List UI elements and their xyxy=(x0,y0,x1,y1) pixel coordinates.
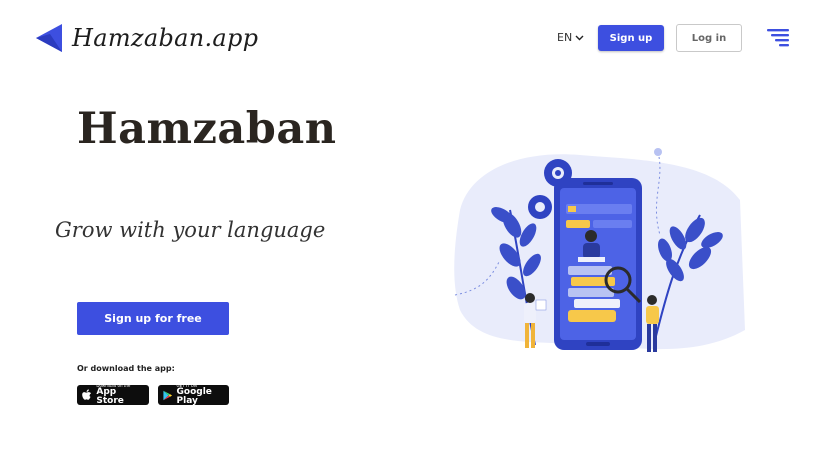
google-play-icon xyxy=(163,390,173,400)
hero-illustration xyxy=(454,148,745,352)
signup-free-button[interactable]: Sign up for free xyxy=(77,302,229,335)
app-store-text: App Store xyxy=(96,387,124,406)
language-label: EN xyxy=(557,31,573,44)
login-button[interactable]: Log in xyxy=(676,24,742,52)
download-label: Or download the app: xyxy=(77,364,175,373)
google-play-badge[interactable]: GET IT ON Google Play xyxy=(158,384,229,406)
menu-icon[interactable] xyxy=(767,29,789,47)
apple-icon xyxy=(82,388,92,400)
signup-button[interactable]: Sign up xyxy=(598,25,664,51)
gear-icon-small xyxy=(528,195,552,219)
app-store-badge[interactable]: Download on the App Store xyxy=(77,384,149,406)
brand-logo[interactable]: Hamzaban.app xyxy=(36,24,258,52)
phone-illustration xyxy=(554,178,642,350)
hero-title: Hamzaban xyxy=(77,104,337,154)
language-selector[interactable]: EN xyxy=(557,31,584,44)
hero-tagline: Grow with your language xyxy=(55,218,326,242)
brand-name: Hamzaban.app xyxy=(72,24,259,52)
chevron-down-icon xyxy=(575,35,584,40)
google-play-text: Google Play xyxy=(176,387,212,406)
logo-mark-icon xyxy=(36,24,62,52)
